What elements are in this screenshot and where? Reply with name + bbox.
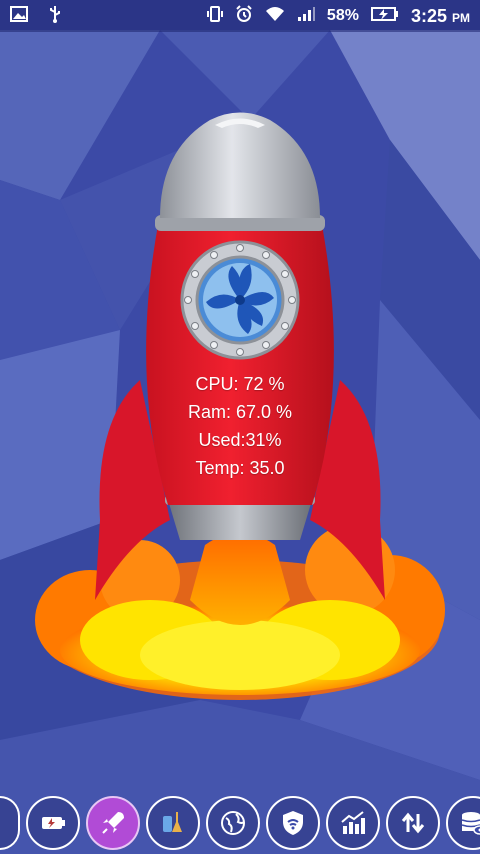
exhaust-flames <box>35 525 445 700</box>
rocket-boost-icon <box>102 812 124 834</box>
nose-cone <box>160 112 320 218</box>
globe-icon <box>221 811 245 835</box>
cpu-stat: CPU: 72 % <box>195 374 285 394</box>
nav-transfer-button[interactable] <box>386 796 440 850</box>
nav-battery-button[interactable] <box>26 796 80 850</box>
data-transfer-icon <box>401 812 425 834</box>
battery-saver-icon <box>42 817 65 829</box>
ram-stat: Ram: 67.0 % <box>187 402 293 422</box>
nav-storage-button[interactable] <box>446 796 480 850</box>
nav-cleaner-button[interactable] <box>146 796 200 850</box>
nav-partial-button[interactable] <box>0 796 20 850</box>
temp-stat: Temp: 35.0 <box>195 458 285 478</box>
nav-wifi-shield-button[interactable] <box>266 796 320 850</box>
porthole-fan <box>180 240 300 360</box>
nozzle <box>168 500 312 540</box>
nav-chart-button[interactable] <box>326 796 380 850</box>
wifi-shield-icon <box>283 811 303 835</box>
nav-rocket-button[interactable] <box>86 796 140 850</box>
used-stat: Used:31% <box>198 430 282 450</box>
system-stats: CPU: 72 % Ram: 67.0 % Used:31% Temp: 35.… <box>120 370 360 482</box>
cleaner-icon <box>163 812 182 832</box>
storage-icon <box>461 812 480 835</box>
chart-trend-icon <box>341 811 365 834</box>
nav-globe-button[interactable] <box>206 796 260 850</box>
bottom-nav <box>0 792 480 854</box>
